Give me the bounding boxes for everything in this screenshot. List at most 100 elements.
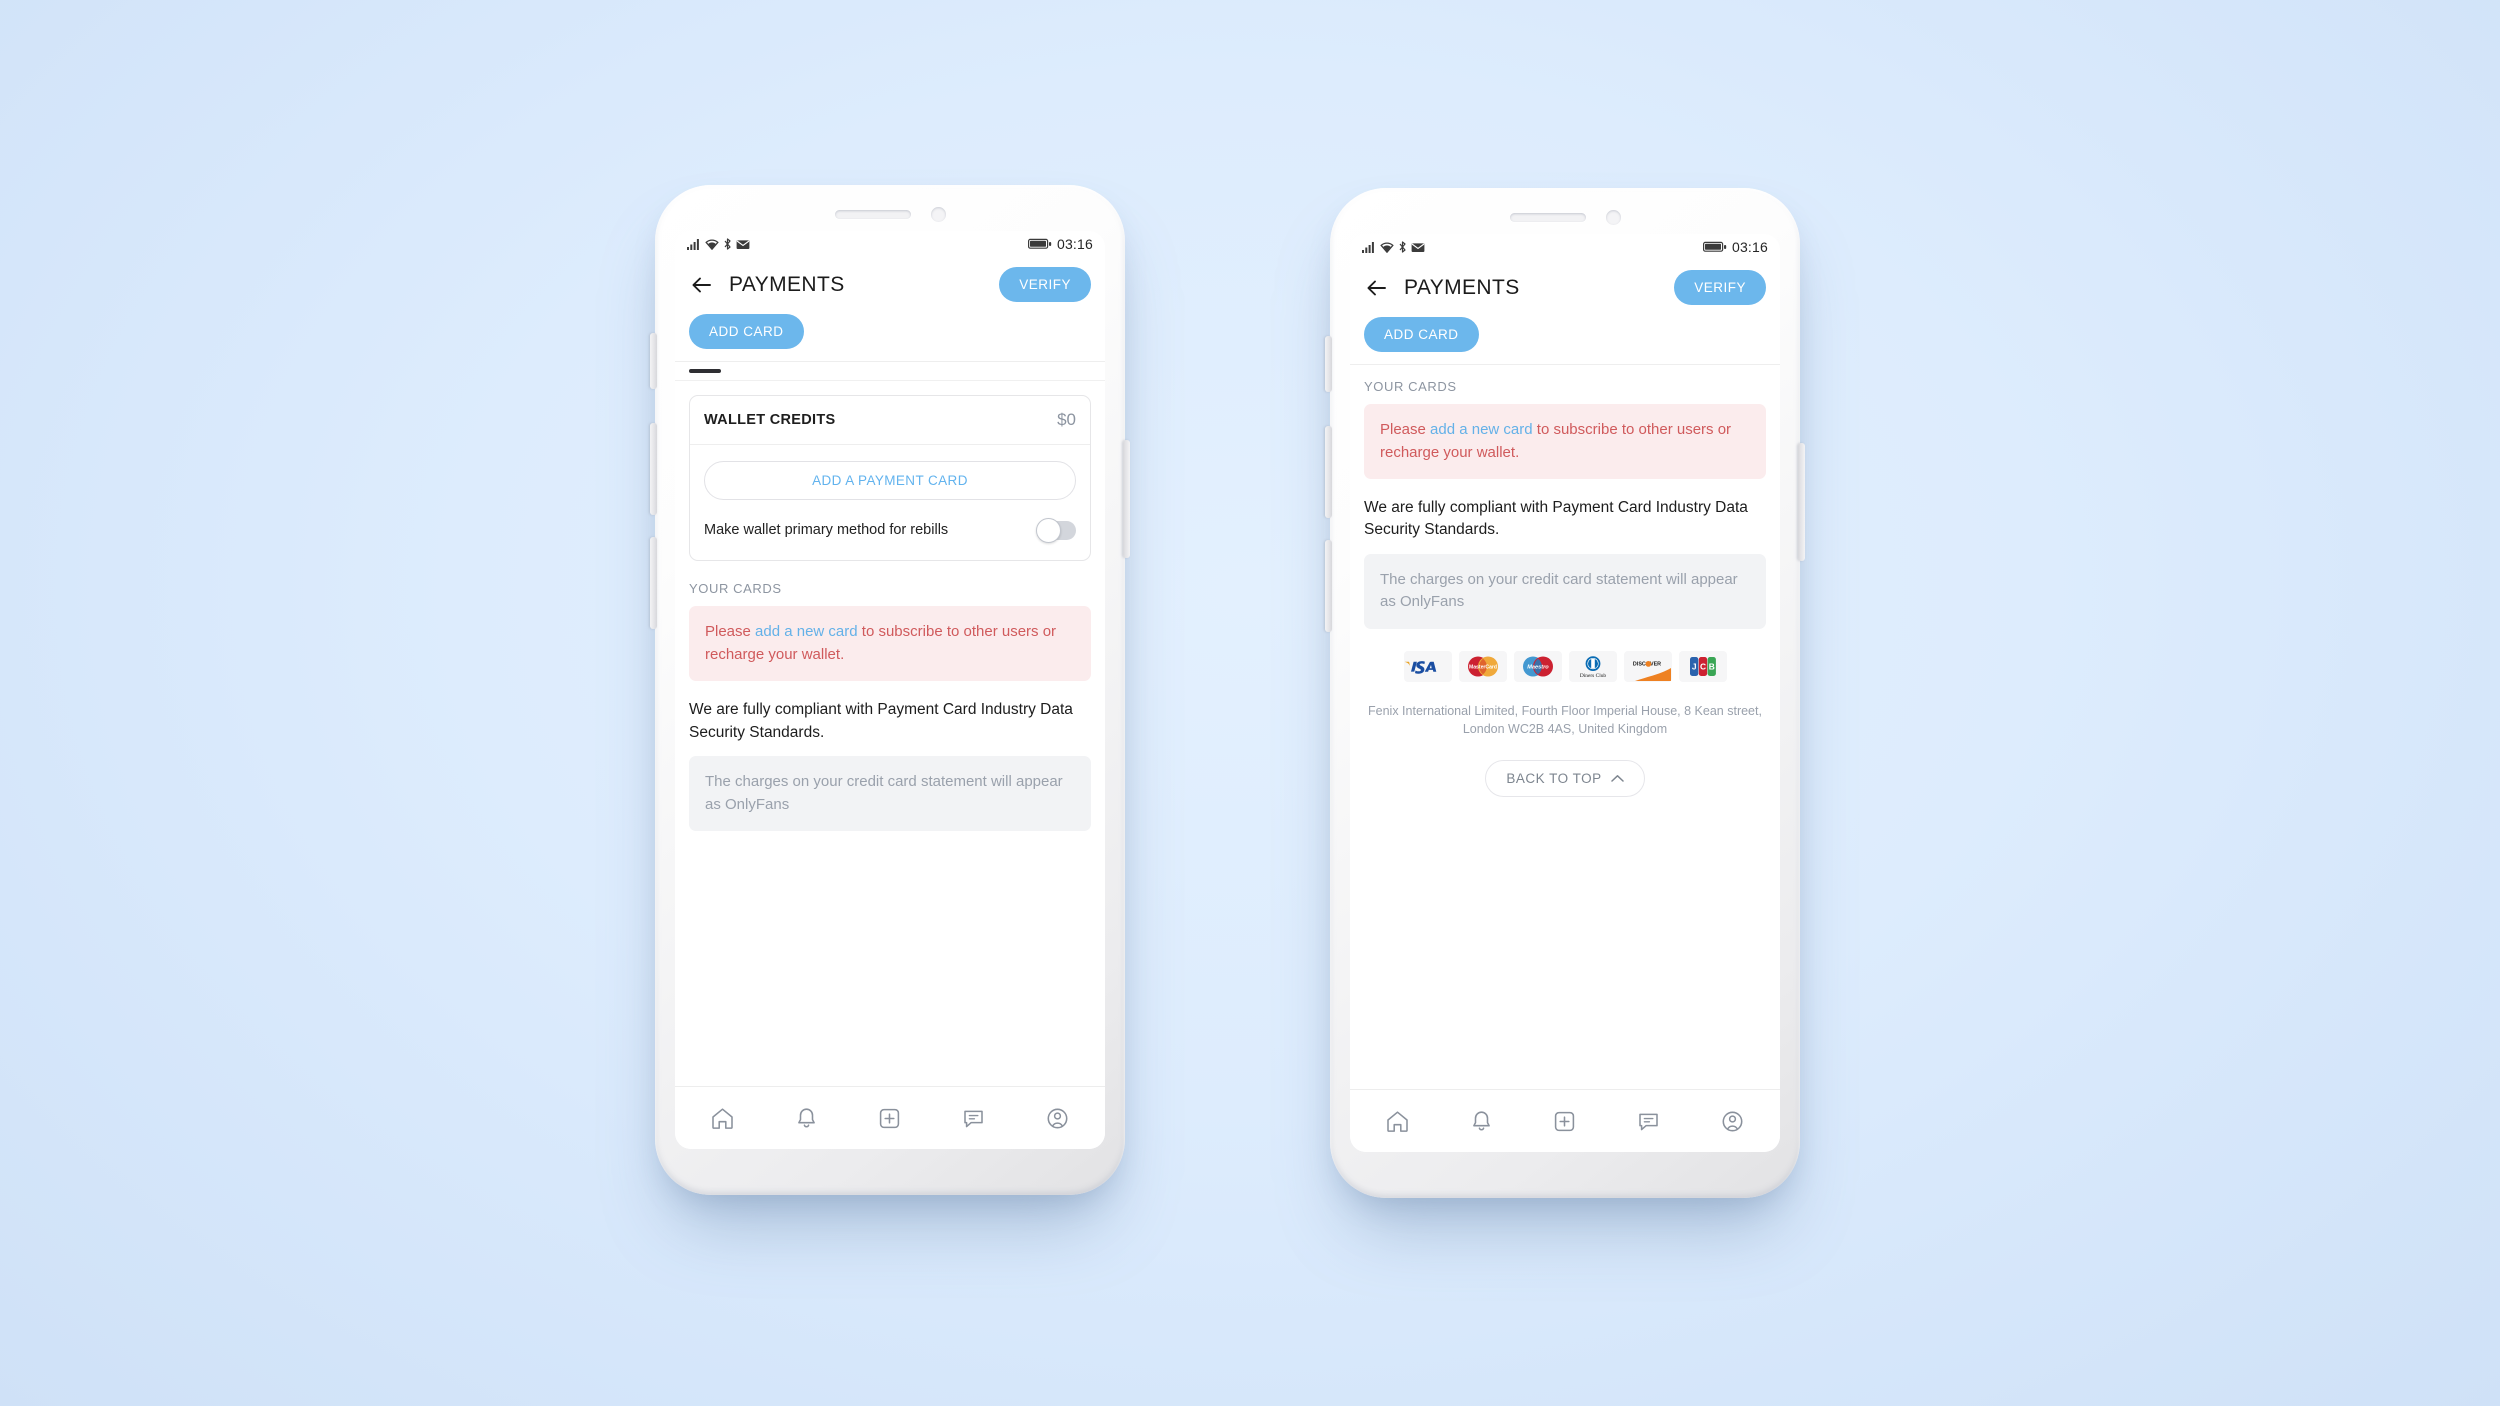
phone-device-right: 03:16 PAYMENTS VERIFY ADD CARD YOUR CARD… — [1325, 188, 1805, 1198]
signal-icon — [1362, 241, 1376, 253]
status-bar-clock: 03:16 — [1056, 236, 1093, 252]
svg-text:Maestro: Maestro — [1527, 665, 1549, 671]
wallet-primary-toggle[interactable] — [1036, 518, 1076, 544]
bottom-navigation-bar — [675, 1086, 1105, 1149]
diners-club-logo-icon: Diners Club — [1568, 650, 1617, 682]
phone-side-button-volume-down-right[interactable] — [1325, 540, 1332, 632]
scroll-body-right[interactable]: YOUR CARDS Please add a new card to subs… — [1350, 365, 1780, 1089]
phone-device-left: 03:16 PAYMENTS VERIFY ADD CARD WALLET CR… — [650, 185, 1130, 1195]
phone-side-button-volume-up[interactable] — [650, 423, 657, 515]
phone-side-button-volume-up-right[interactable] — [1325, 426, 1332, 518]
toggle-knob — [1036, 518, 1061, 544]
legal-address-text: Fenix International Limited, Fourth Floo… — [1368, 703, 1762, 737]
phone-side-button-power-right[interactable] — [1798, 443, 1805, 561]
tab-indicator-strip — [675, 362, 1105, 381]
phone-notch-right — [1330, 210, 1800, 225]
profile-icon[interactable] — [1044, 1105, 1071, 1132]
back-arrow-icon[interactable] — [689, 272, 715, 298]
earpiece-speaker — [834, 210, 911, 219]
chevron-up-icon — [1610, 771, 1624, 786]
status-bar-left-icons-right — [1362, 241, 1425, 254]
add-card-button[interactable]: ADD CARD — [689, 314, 804, 349]
signal-icon — [687, 238, 701, 250]
pci-compliance-text: We are fully compliant with Payment Card… — [1364, 499, 1748, 539]
status-bar-right-icons: 03:16 — [1027, 236, 1093, 252]
screen-left: 03:16 PAYMENTS VERIFY ADD CARD WALLET CR… — [675, 231, 1105, 1149]
verify-button[interactable]: VERIFY — [1674, 270, 1766, 305]
wallet-credits-header: WALLET CREDITS $0 — [690, 396, 1090, 445]
home-icon[interactable] — [709, 1105, 736, 1132]
pci-compliance-text: We are fully compliant with Payment Card… — [689, 701, 1073, 741]
messages-icon[interactable] — [1635, 1108, 1662, 1135]
status-bar-left-icons — [687, 238, 750, 251]
svg-text:J: J — [1691, 662, 1696, 672]
screenshot-stage: 03:16 PAYMENTS VERIFY ADD CARD WALLET CR… — [0, 0, 2500, 1406]
wallet-credits-title: WALLET CREDITS — [704, 412, 836, 428]
wifi-icon — [1380, 241, 1394, 254]
add-card-row: ADD CARD — [675, 310, 1105, 362]
jcb-logo-icon: JCB — [1678, 650, 1727, 682]
profile-icon[interactable] — [1719, 1108, 1746, 1135]
battery-icon — [1027, 238, 1052, 250]
wallet-primary-toggle-row: Make wallet primary method for rebills — [704, 518, 1076, 544]
svg-text:Diners Club: Diners Club — [1579, 673, 1606, 679]
visa-logo-icon — [1403, 650, 1452, 682]
app-bar-right: PAYMENTS VERIFY — [1350, 260, 1780, 313]
page-title: PAYMENTS — [729, 272, 845, 296]
messages-icon[interactable] — [960, 1105, 987, 1132]
notifications-bell-icon[interactable] — [1468, 1108, 1495, 1135]
phone-side-button-mute[interactable] — [650, 333, 657, 389]
maestro-logo-icon: Maestro — [1513, 650, 1562, 682]
statement-descriptor-note: The charges on your credit card statemen… — [1364, 553, 1766, 629]
status-bar-right: 03:16 — [1350, 234, 1780, 260]
add-post-icon[interactable] — [876, 1105, 903, 1132]
bluetooth-icon — [1398, 241, 1407, 253]
alert-prefix: Please — [705, 623, 756, 641]
notifications-bell-icon[interactable] — [793, 1105, 820, 1132]
mail-icon — [1411, 242, 1425, 253]
wallet-credits-amount: $0 — [1057, 410, 1076, 429]
front-camera — [930, 207, 946, 222]
svg-text:MasterCard: MasterCard — [1468, 664, 1496, 670]
add-post-icon[interactable] — [1551, 1108, 1578, 1135]
add-card-button[interactable]: ADD CARD — [1364, 317, 1479, 352]
bottom-navigation-bar-right — [1350, 1089, 1780, 1152]
statement-descriptor-note: The charges on your credit card statemen… — [689, 756, 1091, 832]
wifi-icon — [705, 238, 719, 251]
status-bar-clock: 03:16 — [1731, 239, 1768, 255]
back-to-top-wrapper: BACK TO TOP — [1364, 760, 1766, 798]
status-bar-right-icons-right: 03:16 — [1702, 239, 1768, 255]
svg-text:C: C — [1699, 662, 1705, 672]
verify-button[interactable]: VERIFY — [999, 267, 1091, 302]
wallet-credits-body: ADD A PAYMENT CARD Make wallet primary m… — [690, 445, 1090, 560]
tab-indicator — [689, 369, 721, 373]
discover-logo-icon: DISCOVER — [1623, 650, 1672, 682]
phone-notch — [655, 207, 1125, 222]
battery-icon — [1702, 241, 1727, 253]
phone-side-button-mute-right[interactable] — [1325, 336, 1332, 392]
app-bar: PAYMENTS VERIFY — [675, 257, 1105, 310]
phone-side-button-power[interactable] — [1123, 440, 1130, 558]
back-to-top-label: BACK TO TOP — [1506, 771, 1602, 787]
accepted-card-brands: MasterCard Maestro Diners Club DISCOVER … — [1364, 650, 1766, 682]
back-to-top-button[interactable]: BACK TO TOP — [1485, 760, 1645, 798]
wallet-primary-toggle-label: Make wallet primary method for rebills — [704, 522, 949, 538]
no-cards-alert: Please add a new card to subscribe to ot… — [1364, 404, 1766, 479]
home-icon[interactable] — [1384, 1108, 1411, 1135]
scroll-body-left[interactable]: WALLET CREDITS $0 ADD A PAYMENT CARD Mak… — [675, 381, 1105, 1086]
add-card-row-right: ADD CARD — [1350, 313, 1780, 365]
add-a-new-card-link[interactable]: add a new card — [1430, 421, 1533, 438]
add-a-payment-card-button[interactable]: ADD A PAYMENT CARD — [704, 461, 1076, 500]
wallet-credits-card: WALLET CREDITS $0 ADD A PAYMENT CARD Mak… — [689, 395, 1091, 562]
phone-side-button-volume-down[interactable] — [650, 537, 657, 629]
alert-prefix: Please — [1380, 421, 1431, 438]
bluetooth-icon — [723, 238, 732, 250]
svg-text:B: B — [1708, 662, 1714, 672]
no-cards-alert: Please add a new card to subscribe to ot… — [689, 606, 1091, 682]
your-cards-section-label: YOUR CARDS — [689, 581, 782, 597]
add-a-new-card-link[interactable]: add a new card — [755, 623, 858, 640]
earpiece-speaker-right — [1509, 213, 1586, 222]
your-cards-section-label: YOUR CARDS — [1364, 379, 1457, 394]
back-arrow-icon[interactable] — [1364, 275, 1390, 301]
mastercard-logo-icon: MasterCard — [1458, 650, 1507, 682]
